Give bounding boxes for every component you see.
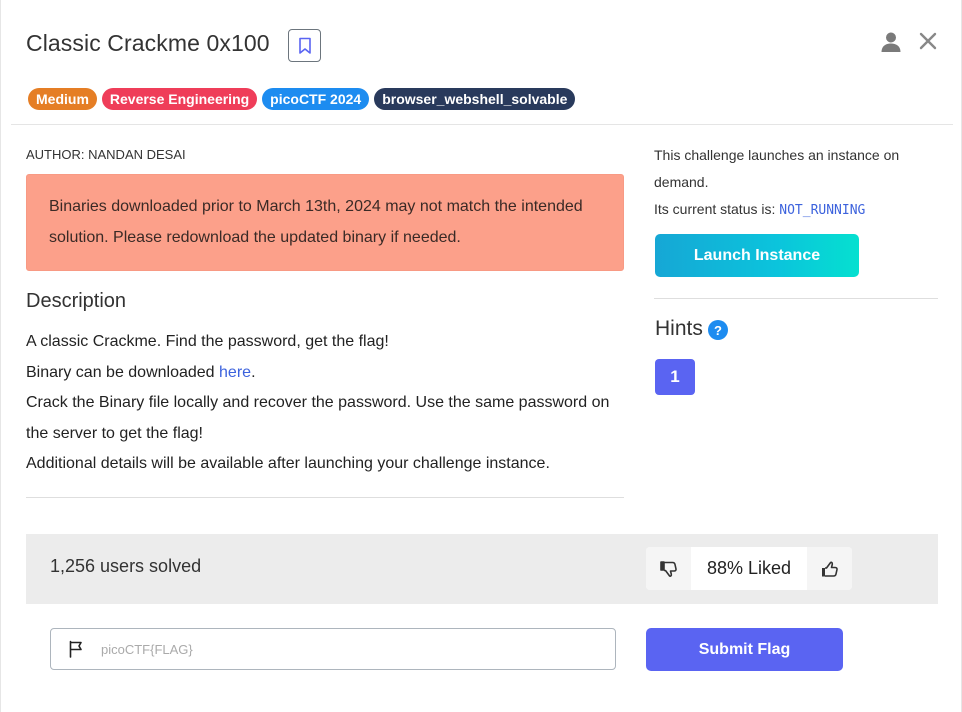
flag-input-group xyxy=(50,628,616,670)
description-body: A classic Crackme. Find the password, ge… xyxy=(26,327,626,480)
tag-difficulty[interactable]: Medium xyxy=(28,88,97,110)
description-text: Binary can be downloaded xyxy=(26,363,220,381)
bookmark-icon xyxy=(298,37,311,54)
instance-description: This challenge launches an instance on d… xyxy=(654,147,900,190)
tag-webshell[interactable]: browser_webshell_solvable xyxy=(374,88,576,110)
description-line: Crack the Binary file locally and recove… xyxy=(26,394,610,442)
thumbs-down-icon xyxy=(659,560,677,577)
flag-input[interactable] xyxy=(101,641,615,657)
liked-percentage: 88% Liked xyxy=(691,547,807,590)
bookmark-button[interactable] xyxy=(288,29,321,62)
author-label: AUTHOR: NANDAN DESAI xyxy=(26,147,186,162)
tag-list: Medium Reverse Engineering picoCTF 2024 … xyxy=(28,88,576,110)
description-line: A classic Crackme. Find the password, ge… xyxy=(26,333,389,350)
close-icon[interactable] xyxy=(918,31,938,51)
tag-category[interactable]: Reverse Engineering xyxy=(101,88,258,110)
submit-flag-button[interactable]: Submit Flag xyxy=(646,628,843,671)
stats-bar: 1,256 users solved 88% Liked xyxy=(26,534,938,604)
instance-status: Its current status is: NOT_RUNNING xyxy=(654,196,934,224)
dislike-button[interactable] xyxy=(646,547,691,590)
solved-count: 1,256 users solved xyxy=(50,556,202,576)
hints-heading: Hints xyxy=(655,317,703,340)
flag-icon xyxy=(51,629,101,669)
challenge-title: Classic Crackme 0x100 xyxy=(26,30,270,56)
like-controls: 88% Liked xyxy=(646,547,852,590)
description-text: . xyxy=(251,363,256,381)
hint-button-1[interactable]: 1 xyxy=(655,359,695,395)
status-value: NOT_RUNNING xyxy=(779,203,866,218)
user-icon[interactable] xyxy=(880,31,902,53)
description-divider xyxy=(26,497,624,498)
description-line: Additional details will be available aft… xyxy=(26,455,550,472)
challenge-modal: Classic Crackme 0x100 Medium Reverse Eng… xyxy=(0,0,962,712)
instance-info: This challenge launches an instance on d… xyxy=(654,142,934,224)
thumbs-up-icon xyxy=(821,561,838,577)
help-icon[interactable]: ? xyxy=(708,320,728,340)
launch-instance-button[interactable]: Launch Instance xyxy=(655,234,859,277)
description-line: Binary can be downloaded here. xyxy=(26,358,626,389)
tag-event[interactable]: picoCTF 2024 xyxy=(262,88,370,110)
binary-download-link[interactable]: here xyxy=(219,364,251,381)
like-button[interactable] xyxy=(807,547,852,590)
description-heading: Description xyxy=(26,290,127,312)
instance-divider xyxy=(654,298,938,299)
binary-warning-alert: Binaries downloaded prior to March 13th,… xyxy=(26,174,624,271)
header-divider xyxy=(11,124,953,125)
status-label: Its current status is: xyxy=(654,201,780,217)
